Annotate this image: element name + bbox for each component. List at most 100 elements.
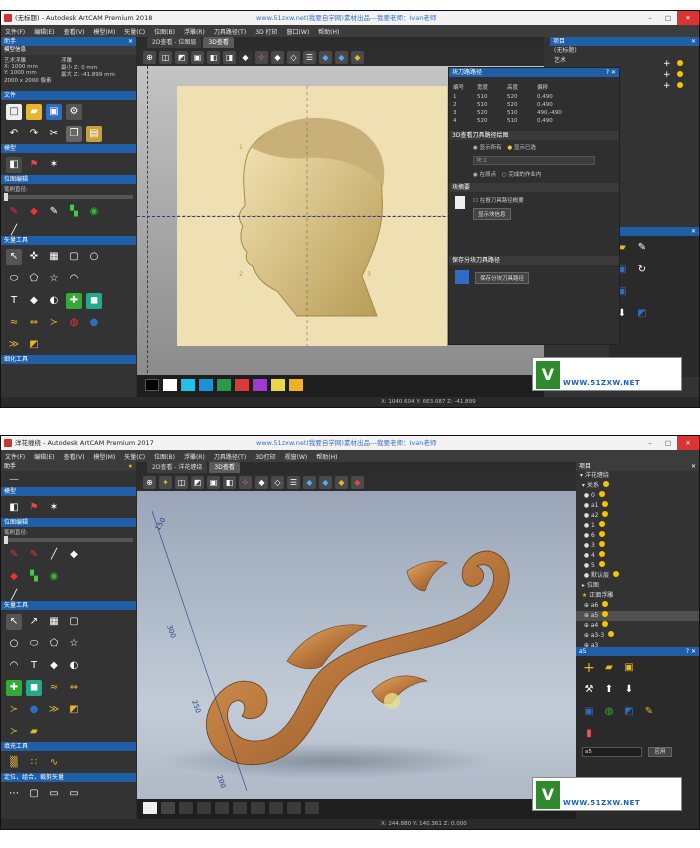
mirror-icon[interactable]: ⇔ <box>26 315 42 331</box>
front-view-icon[interactable]: ▣ <box>191 50 204 64</box>
add-icon[interactable]: + <box>663 70 693 81</box>
brush-slider[interactable] <box>4 536 133 544</box>
eraser-icon[interactable]: ◆ <box>66 547 82 563</box>
fill-dots-icon[interactable]: ∷ <box>26 755 42 771</box>
tree-item[interactable]: ▸ 位图 <box>576 581 699 591</box>
apply-button[interactable]: 应用 <box>648 747 672 757</box>
color-picker-icon[interactable]: ▚ <box>26 569 42 585</box>
maximize-button[interactable]: □ <box>659 436 677 450</box>
pin-icon[interactable]: ✕ <box>128 37 133 46</box>
bulb-icon[interactable] <box>602 601 609 607</box>
wire-icon[interactable]: ◇ <box>271 475 284 489</box>
menu-help[interactable]: 帮助(H) <box>318 27 339 36</box>
table-row[interactable]: 3 520 510 490,-490 <box>449 109 619 117</box>
swatch-dark[interactable] <box>161 802 175 814</box>
eye-icon[interactable]: ◉ <box>86 204 102 220</box>
relief-icon[interactable]: ◆ <box>319 50 332 64</box>
line-icon[interactable]: ╱ <box>46 547 62 563</box>
shade-icon[interactable]: ◆ <box>255 475 268 489</box>
swatch-dark[interactable] <box>215 802 229 814</box>
swatch-dark[interactable] <box>197 802 211 814</box>
tree-item[interactable]: ● 3 <box>576 541 699 551</box>
add-icon[interactable]: ✚ <box>6 680 22 696</box>
swatch-orange[interactable] <box>289 379 303 391</box>
menu-edit[interactable]: 编辑(E) <box>34 452 54 461</box>
bulb-icon[interactable] <box>602 481 609 487</box>
menu-relief[interactable]: 浮雕(R) <box>184 452 205 461</box>
star-icon[interactable]: ✶ <box>46 157 62 173</box>
swatch-white[interactable] <box>143 802 157 814</box>
tree-item[interactable]: ▾ 关系 <box>576 481 699 491</box>
color-icon[interactable]: ◆ <box>351 50 364 64</box>
minimize-button[interactable]: – <box>641 436 659 450</box>
bulb-icon[interactable] <box>608 631 615 637</box>
menu-edit[interactable]: 编辑(E) <box>34 27 54 36</box>
line-icon[interactable]: ╱ <box>6 591 22 601</box>
group-icon[interactable]: ⋯ <box>6 786 22 802</box>
ellipse-icon[interactable]: ⬭ <box>26 636 42 652</box>
swatch-dark[interactable] <box>179 802 193 814</box>
tab-3d-view[interactable]: 3D查看 <box>203 37 234 48</box>
swatch-dark[interactable] <box>269 802 283 814</box>
tree-item[interactable]: ● a1 <box>576 501 699 511</box>
brush-slider[interactable] <box>4 193 133 201</box>
swatch-dark[interactable] <box>251 802 265 814</box>
summary-checkbox[interactable]: ☐ 在报刀具路径概要 <box>473 196 524 204</box>
eraser-icon[interactable]: ◆ <box>26 293 42 309</box>
bulb-icon[interactable] <box>602 621 609 627</box>
pin-icon[interactable]: ★ <box>128 462 133 471</box>
brush-icon[interactable]: ✎ <box>26 547 42 563</box>
text-icon[interactable]: T <box>26 658 42 674</box>
menu-model[interactable]: 模型(M) <box>93 27 115 36</box>
folder-icon[interactable]: ▰ <box>601 660 617 676</box>
cube-view-icon[interactable]: ◫ <box>159 50 172 64</box>
menu-view[interactable]: 查看(V) <box>64 27 85 36</box>
settings-icon[interactable]: ⚙ <box>66 104 82 120</box>
folder-icon[interactable]: ▰ <box>26 724 42 740</box>
close-icon[interactable]: ✕ <box>691 227 696 236</box>
tree-item[interactable]: ● 1 <box>576 521 699 531</box>
tab-3d-view[interactable]: 3D查看 <box>209 462 240 473</box>
bulb-icon[interactable] <box>598 551 605 557</box>
material-icon[interactable]: ◆ <box>335 50 348 64</box>
bulb-icon[interactable] <box>598 521 605 527</box>
shape-outline-icon[interactable]: ▭ <box>66 786 82 802</box>
add-icon[interactable]: + <box>663 81 693 92</box>
fill-wave-icon[interactable]: ∿ <box>46 755 62 771</box>
shape-icon[interactable]: ● <box>86 315 102 331</box>
close-icon[interactable]: ✕ <box>691 37 696 46</box>
add-icon[interactable]: ✚ <box>66 293 82 309</box>
tree-item[interactable]: ⊕ a4 <box>576 621 699 631</box>
relief-save-icon[interactable]: ▣ <box>581 704 597 720</box>
star-shape-icon[interactable]: ☆ <box>46 271 62 287</box>
align-icon[interactable]: ▢ <box>26 786 42 802</box>
render-icon[interactable]: ◆ <box>351 475 364 489</box>
menu-toolpaths[interactable]: 刀具路径(T) <box>214 452 246 461</box>
clip-icon[interactable]: ▭ <box>46 786 62 802</box>
down-arrow-icon[interactable]: ⬇ <box>621 682 637 698</box>
add-icon[interactable]: + <box>581 660 597 676</box>
fold-icon[interactable]: ◩ <box>66 702 82 718</box>
material-icon[interactable]: ◆ <box>319 475 332 489</box>
swatch-dark[interactable] <box>233 802 247 814</box>
up-arrow-icon[interactable]: ⬆ <box>601 682 617 698</box>
circle-icon[interactable]: ○ <box>6 636 22 652</box>
menu-3d-print[interactable]: 3D 打印 <box>255 27 277 36</box>
save-block-toolpath-button[interactable]: 保存分块刀具路径 <box>475 272 530 284</box>
table-row[interactable]: 1 510 520 0,490 <box>449 93 619 101</box>
bulb-icon[interactable] <box>598 561 605 567</box>
color-icon[interactable]: ◆ <box>335 475 348 489</box>
minimize-button[interactable]: – <box>641 11 659 25</box>
axis-icon[interactable]: ✢ <box>239 475 252 489</box>
menu-model[interactable]: 模型(M) <box>93 452 115 461</box>
tree-item[interactable]: ● a2 <box>576 511 699 521</box>
polygon-icon[interactable]: ⬠ <box>26 271 42 287</box>
transform-icon[interactable]: ▦ <box>46 249 62 265</box>
menu-vector[interactable]: 矢量(C) <box>124 27 145 36</box>
tab-2d-view[interactable]: 2D查看 - 位图层 <box>147 37 202 48</box>
tree-item[interactable]: ⊕ a3-3 <box>576 631 699 641</box>
relief-layer-icon[interactable]: ◩ <box>621 704 637 720</box>
node-edit-icon[interactable]: ↗ <box>26 614 42 630</box>
weld-icon[interactable]: ◍ <box>66 315 82 331</box>
relief-edit-icon[interactable]: ✎ <box>634 240 650 256</box>
